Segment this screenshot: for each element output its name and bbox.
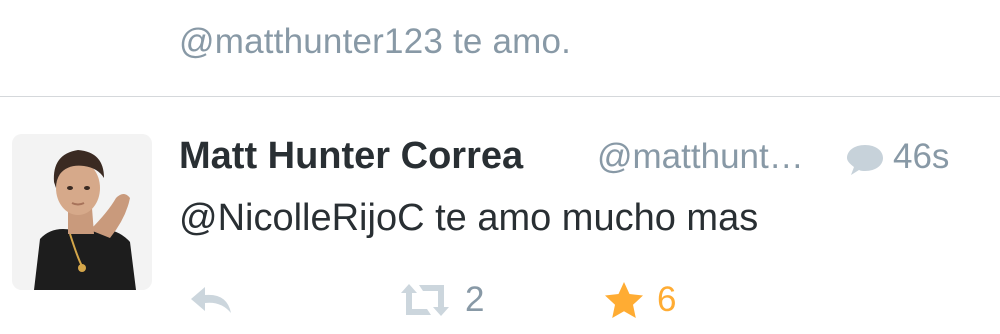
reply-button[interactable] [189,275,233,325]
tweet-cell[interactable]: Matt Hunter Correa @matthunt… 46s @Nicol… [0,97,1000,334]
previous-tweet[interactable]: @matthunter123 te amo. [0,0,1000,97]
tweet-actions: 2 6 [179,275,779,325]
retweet-count: 2 [465,280,485,319]
speech-bubble-icon [845,141,885,177]
retweet-icon [397,281,453,319]
favorite-button[interactable]: 6 [603,275,676,325]
tweet-header: Matt Hunter Correa @matthunt… 46s [179,133,979,179]
previous-tweet-text: @matthunter123 te amo. [179,22,572,61]
avatar[interactable] [12,134,152,290]
tweet-text: @NicolleRijoC te amo mucho mas [179,197,759,239]
tweet-timestamp: 46s [893,137,950,176]
retweet-button[interactable]: 2 [397,275,484,325]
star-icon [603,280,645,320]
author-name[interactable]: Matt Hunter Correa [179,135,523,178]
avatar-photo [12,134,152,290]
favorite-count: 6 [657,280,677,319]
author-handle[interactable]: @matthunt… [597,137,804,177]
reply-arrow-icon [189,283,233,317]
